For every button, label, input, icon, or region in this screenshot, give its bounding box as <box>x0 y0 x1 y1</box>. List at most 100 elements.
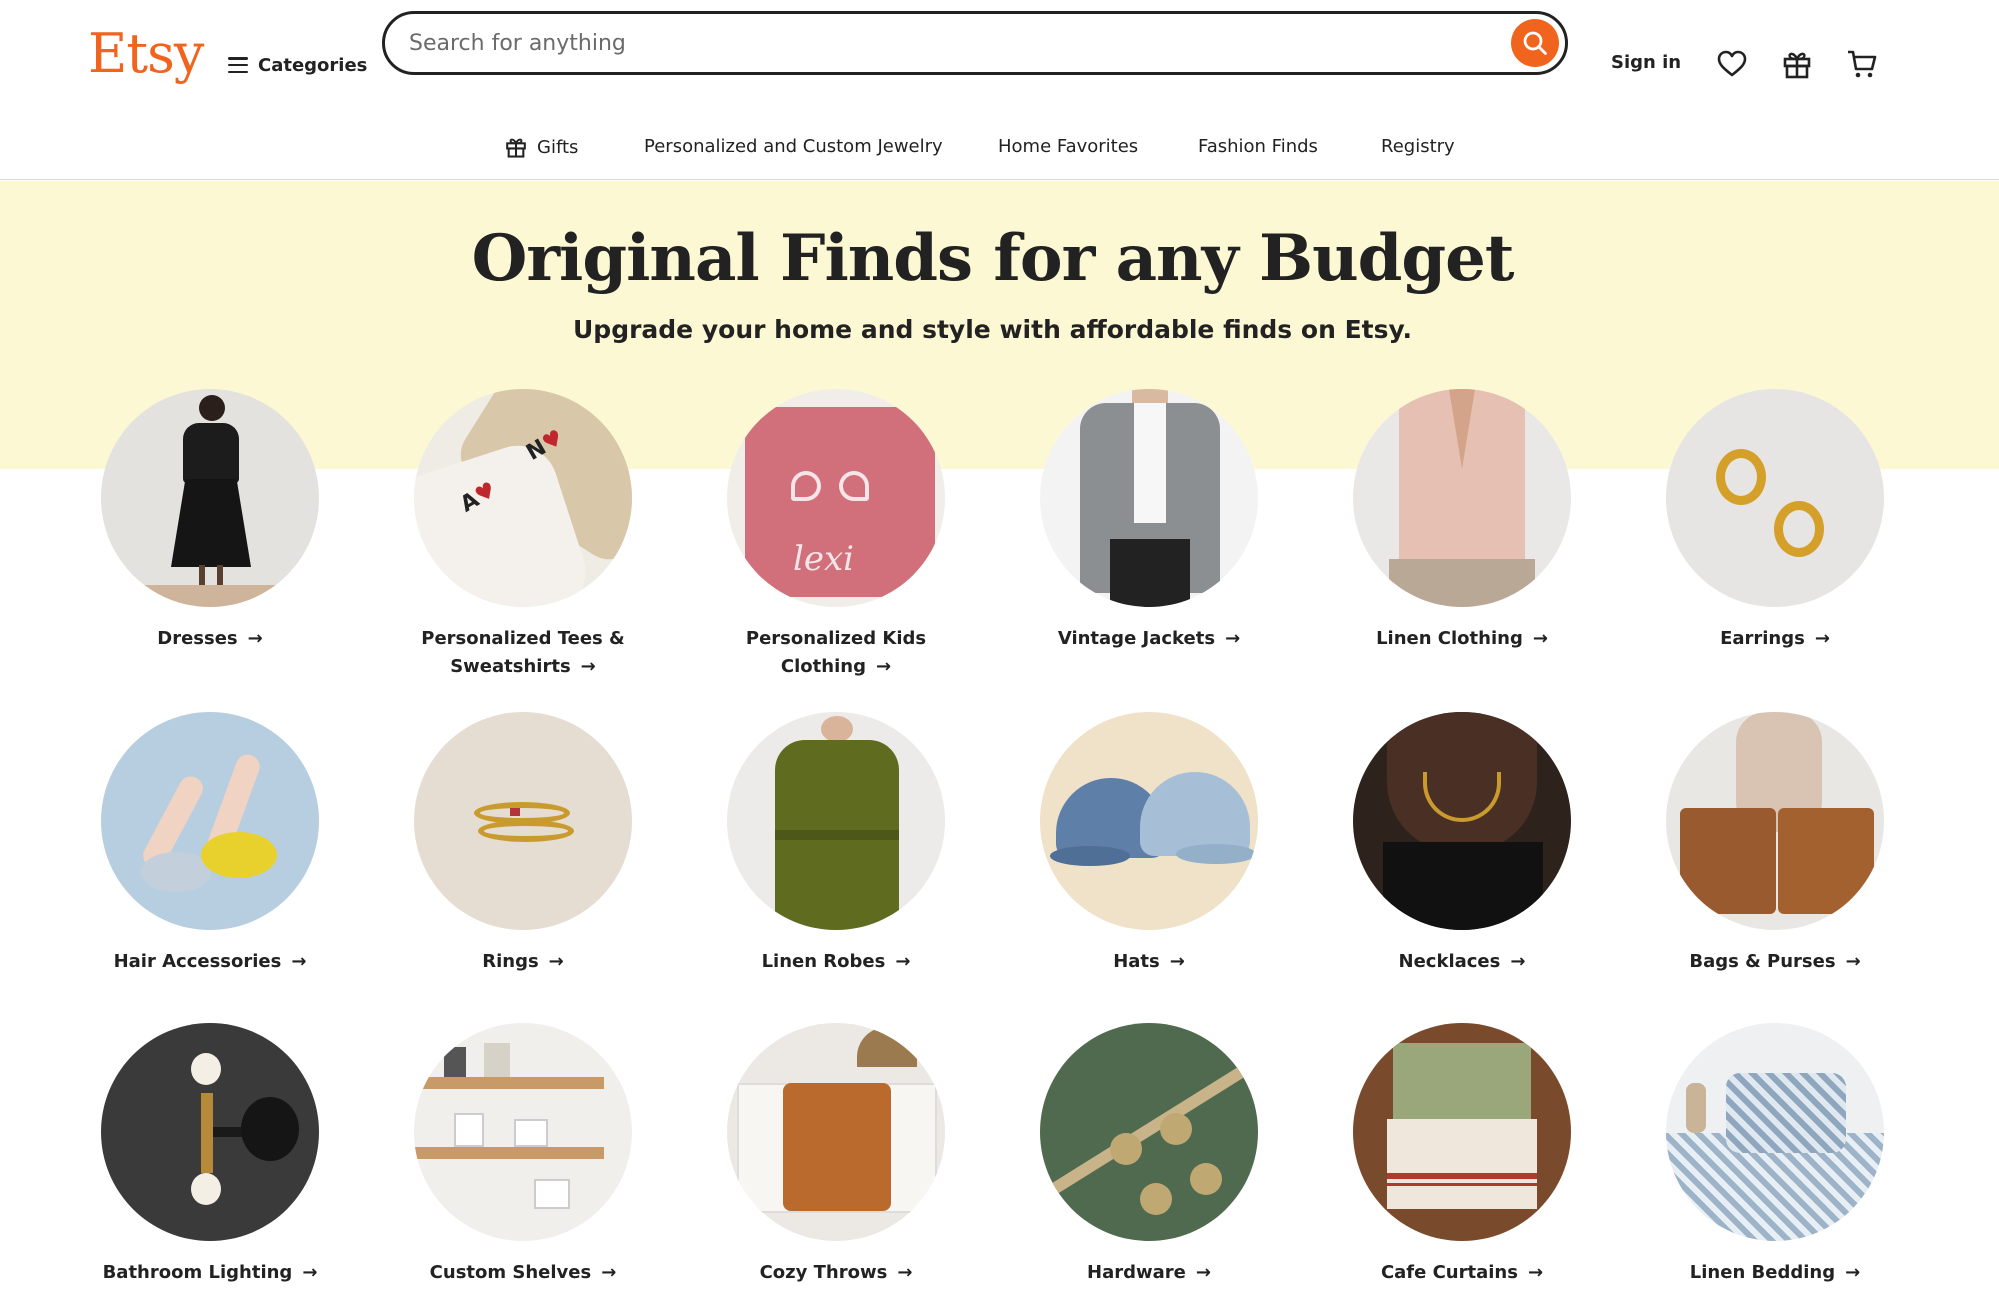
subnav-label: Home Favorites <box>998 136 1139 157</box>
category-label: Linen Robes <box>761 951 886 972</box>
arrow-right-icon: → <box>580 656 596 677</box>
category-image <box>1353 1023 1571 1241</box>
sign-in-link[interactable]: Sign in <box>1611 52 1681 73</box>
category-vintage-jackets[interactable]: Vintage Jackets → <box>999 389 1299 653</box>
category-image <box>1666 712 1884 930</box>
subnav-label: Registry <box>1381 136 1455 157</box>
gift-mode-button[interactable] <box>1779 46 1815 82</box>
category-label: Hair Accessories <box>113 951 282 972</box>
category-image <box>1040 712 1258 930</box>
arrow-right-icon: → <box>302 1262 318 1283</box>
subnav-label: Fashion Finds <box>1198 136 1318 157</box>
category-label: Earrings <box>1720 628 1805 649</box>
category-label: Dresses <box>157 628 238 649</box>
category-custom-shelves[interactable]: Custom Shelves → <box>373 1023 673 1287</box>
category-bathroom-lighting[interactable]: Bathroom Lighting → <box>60 1023 360 1287</box>
category-necklaces[interactable]: Necklaces → <box>1312 712 1612 976</box>
category-dresses[interactable]: Dresses → <box>60 389 360 653</box>
subnav-fashion-finds[interactable]: Fashion Finds <box>1198 136 1318 157</box>
cart-icon <box>1848 50 1877 78</box>
subnav-home-favorites[interactable]: Home Favorites <box>998 136 1138 157</box>
arrow-right-icon: → <box>601 1262 617 1283</box>
category-image <box>1666 389 1884 607</box>
category-label: Linen Clothing <box>1376 628 1523 649</box>
search-button[interactable] <box>1511 19 1559 67</box>
category-image <box>101 1023 319 1241</box>
category-label: Custom Shelves <box>429 1262 592 1283</box>
arrow-right-icon: → <box>895 951 911 972</box>
arrow-right-icon: → <box>291 951 307 972</box>
arrow-right-icon: → <box>1814 628 1830 649</box>
arrow-right-icon: → <box>247 628 263 649</box>
category-label: Bathroom Lighting <box>102 1262 293 1283</box>
subnav-label: Personalized and Custom Jewelry <box>644 136 943 157</box>
category-personalized-kids-clothing[interactable]: lexi Personalized Kids Clothing → <box>686 389 986 681</box>
arrow-right-icon: → <box>1195 1262 1211 1283</box>
category-label: Bags & Purses <box>1689 951 1836 972</box>
arrow-right-icon: → <box>897 1262 913 1283</box>
gift-icon <box>506 138 526 158</box>
hero-title: Original Finds for any Budget <box>471 221 1515 296</box>
hero-subtitle: Upgrade your home and style with afforda… <box>573 315 1412 344</box>
category-cozy-throws[interactable]: Cozy Throws → <box>686 1023 986 1287</box>
site-header: Etsy Categories Sign in <box>0 0 1999 128</box>
category-label: Hardware <box>1087 1262 1186 1283</box>
sub-navigation: Gifts Personalized and Custom Jewelry Ho… <box>0 128 1999 180</box>
heart-icon <box>1717 50 1747 77</box>
category-label: Linen Bedding <box>1689 1262 1836 1283</box>
categories-label: Categories <box>258 54 368 76</box>
category-image <box>101 389 319 607</box>
category-earrings[interactable]: Earrings → <box>1625 389 1925 653</box>
category-image <box>1353 389 1571 607</box>
arrow-right-icon: → <box>1845 1262 1861 1283</box>
category-image <box>414 712 632 930</box>
arrow-right-icon: → <box>548 951 564 972</box>
search-bar <box>382 11 1568 75</box>
category-linen-bedding[interactable]: Linen Bedding → <box>1625 1023 1925 1287</box>
hamburger-icon <box>228 57 248 73</box>
etsy-logo[interactable]: Etsy <box>88 22 204 85</box>
category-personalized-tees[interactable]: A♥ N♥ Personalized Tees & Sweatshirts → <box>373 389 673 681</box>
gift-icon <box>1783 52 1811 79</box>
arrow-right-icon: → <box>1527 1262 1544 1283</box>
category-hats[interactable]: Hats → <box>999 712 1299 976</box>
search-input[interactable] <box>409 22 1469 64</box>
categories-button[interactable]: Categories <box>228 48 367 82</box>
cart-button[interactable] <box>1844 46 1880 82</box>
category-image <box>727 712 945 930</box>
favorites-button[interactable] <box>1714 46 1750 82</box>
subnav-registry[interactable]: Registry <box>1381 136 1455 157</box>
category-label: Cozy Throws <box>759 1262 888 1283</box>
category-bags-purses[interactable]: Bags & Purses → <box>1625 712 1925 976</box>
category-image <box>1666 1023 1884 1241</box>
category-image: A♥ N♥ <box>414 389 632 607</box>
category-linen-robes[interactable]: Linen Robes → <box>686 712 986 976</box>
category-label: Rings <box>482 951 539 972</box>
arrow-right-icon: → <box>1225 628 1241 649</box>
subnav-personalized-jewelry[interactable]: Personalized and Custom Jewelry <box>644 136 943 157</box>
category-image <box>414 1023 632 1241</box>
category-label: Necklaces <box>1398 951 1501 972</box>
category-linen-clothing[interactable]: Linen Clothing → <box>1312 389 1612 653</box>
category-image: lexi <box>727 389 945 607</box>
subnav-label: Gifts <box>537 136 579 158</box>
subnav-gifts[interactable]: Gifts <box>505 136 578 158</box>
category-label: Hats <box>1113 951 1160 972</box>
category-label: Personalized Kids Clothing <box>745 628 927 677</box>
category-hair-accessories[interactable]: Hair Accessories → <box>60 712 360 976</box>
arrow-right-icon: → <box>1169 951 1185 972</box>
arrow-right-icon: → <box>1845 951 1861 972</box>
category-image <box>1040 1023 1258 1241</box>
category-image <box>727 1023 945 1241</box>
arrow-right-icon: → <box>1510 951 1526 972</box>
arrow-right-icon: → <box>1532 628 1548 649</box>
category-image <box>1353 712 1571 930</box>
category-hardware[interactable]: Hardware → <box>999 1023 1299 1287</box>
category-cafe-curtains[interactable]: Cafe Curtains → <box>1312 1023 1612 1287</box>
category-image <box>1040 389 1258 607</box>
category-image <box>101 712 319 930</box>
search-icon <box>1523 31 1547 55</box>
category-label: Vintage Jackets <box>1057 628 1216 649</box>
arrow-right-icon: → <box>875 656 892 677</box>
category-rings[interactable]: Rings → <box>373 712 673 976</box>
